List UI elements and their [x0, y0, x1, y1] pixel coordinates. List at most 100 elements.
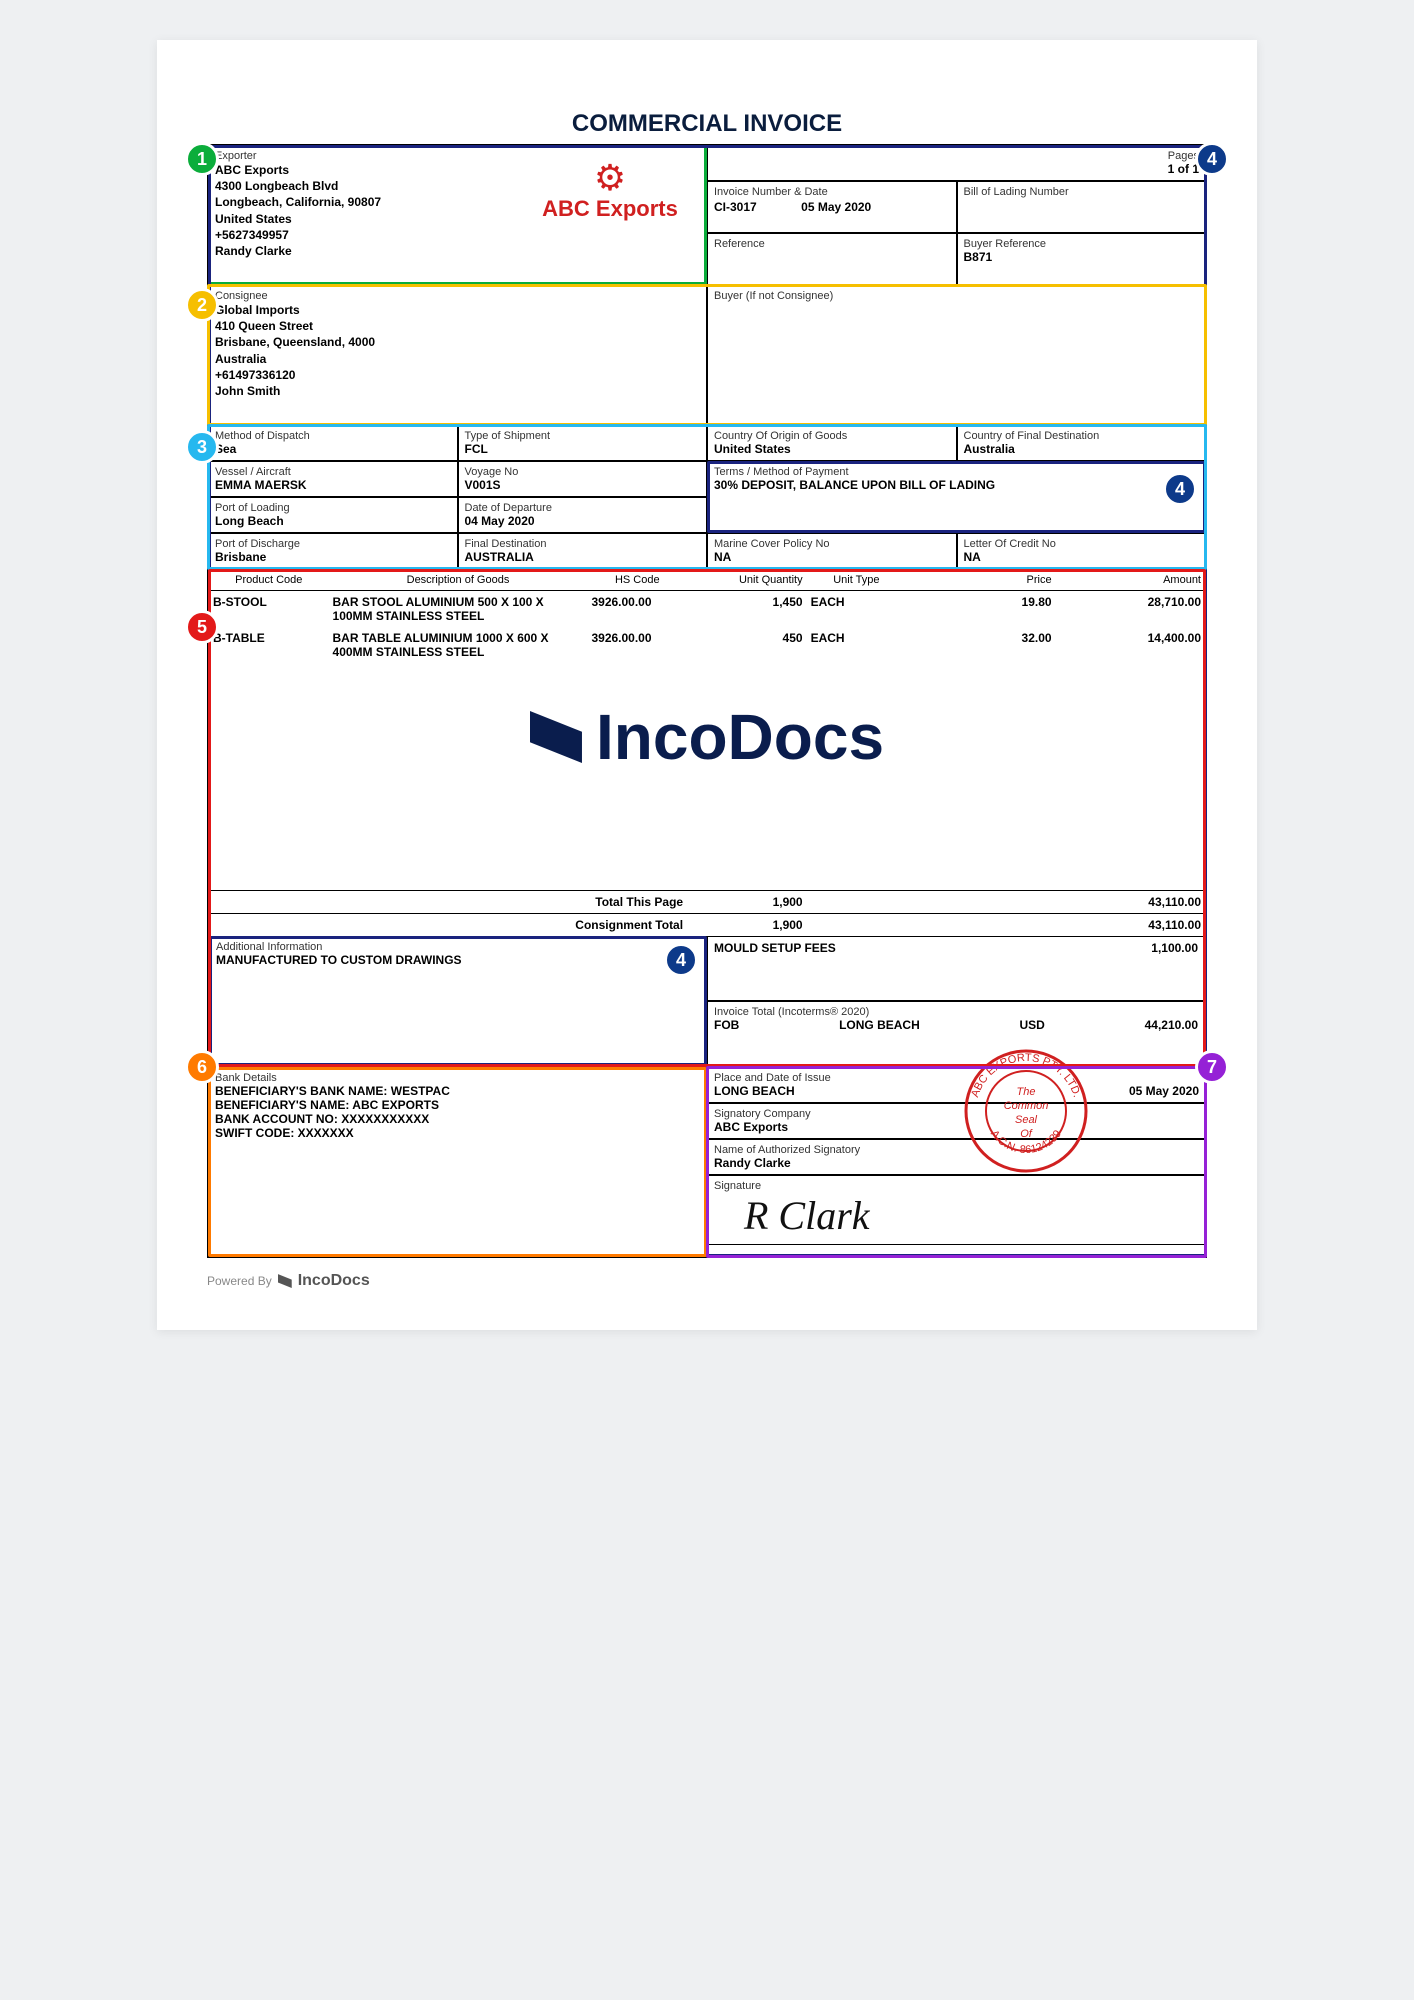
badge-5: 5: [185, 610, 219, 644]
page-title: COMMERCIAL INVOICE: [207, 110, 1207, 138]
item-amount: 28,710.00: [1056, 591, 1205, 628]
exporter-logo-icon: ⚙︎: [530, 160, 690, 196]
ref-label: Reference: [714, 238, 950, 250]
invoice-no-label: Invoice Number & Date: [714, 186, 950, 198]
buyer-ref: B871: [964, 250, 1200, 264]
incodocs-footer-icon: [278, 1274, 292, 1288]
stamp-mid2: Common: [1004, 1100, 1049, 1112]
item-amount: 14,400.00: [1056, 627, 1205, 663]
inv-total-label: Invoice Total (Incoterms® 2020): [714, 1006, 1198, 1018]
shiptype-label: Type of Shipment: [465, 430, 701, 442]
pod-label: Port of Discharge: [215, 538, 451, 550]
issue-place: LONG BEACH: [714, 1084, 831, 1098]
exporter-country: United States: [215, 211, 520, 227]
lc-label: Letter Of Credit No: [964, 538, 1200, 550]
consignee-country: Australia: [215, 351, 700, 367]
col-utype: Unit Type: [807, 570, 907, 591]
col-desc: Description of Goods: [329, 570, 588, 591]
table-row: B-TABLE BAR TABLE ALUMINIUM 1000 X 600 X…: [209, 627, 1205, 663]
badge-7: 7: [1195, 1050, 1229, 1084]
item-hs: 3926.00.00: [587, 627, 687, 663]
badge-2: 2: [185, 288, 219, 322]
sig-label: Signature: [714, 1180, 1199, 1192]
bank-l3: BANK ACCOUNT NO: XXXXXXXXXXX: [215, 1112, 700, 1126]
fee-amt: 1,100.00: [1151, 941, 1198, 996]
total-page-qty: 1,900: [687, 891, 807, 914]
inco-place: LONG BEACH: [839, 1018, 920, 1032]
bank-label: Bank Details: [215, 1072, 700, 1084]
item-code: B-TABLE: [209, 627, 329, 663]
pod: Brisbane: [215, 550, 451, 564]
exporter-street: 4300 Longbeach Blvd: [215, 178, 520, 194]
total-page-amt: 43,110.00: [1056, 891, 1205, 914]
footer-prefix: Powered By: [207, 1274, 272, 1288]
dispatch-label: Method of Dispatch: [215, 430, 451, 442]
cfd: Australia: [964, 442, 1200, 456]
invoice-no: CI-3017: [714, 200, 757, 214]
pages-value: 1 of 1: [714, 162, 1199, 176]
bol-label: Bill of Lading Number: [964, 186, 1200, 198]
exporter-contact: Randy Clarke: [215, 243, 520, 259]
col-hs: HS Code: [587, 570, 687, 591]
cons-total-qty: 1,900: [687, 914, 807, 937]
watermark: IncoDocs: [209, 700, 1205, 774]
total-page-label: Total This Page: [209, 891, 687, 914]
document-body: Exporter ABC Exports 4300 Longbeach Blvd…: [207, 144, 1207, 1258]
exporter-label: Exporter: [215, 150, 520, 162]
signature: R Clark: [714, 1192, 1199, 1239]
bank-l4: SWIFT CODE: XXXXXXX: [215, 1126, 700, 1140]
item-qty: 1,450: [687, 591, 807, 628]
table-row: B-STOOL BAR STOOL ALUMINIUM 500 X 100 X …: [209, 591, 1205, 628]
pages-label: Pages: [714, 150, 1199, 162]
col-amount: Amount: [1056, 570, 1205, 591]
item-price: 32.00: [906, 627, 1055, 663]
item-utype: EACH: [807, 591, 907, 628]
col-qty: Unit Quantity: [687, 570, 807, 591]
coo: United States: [714, 442, 950, 456]
vessel: EMMA MAERSK: [215, 478, 451, 492]
footer: Powered By IncoDocs: [207, 1272, 1207, 1290]
item-code: B-STOOL: [209, 591, 329, 628]
badge-1: 1: [185, 142, 219, 176]
voyage-label: Voyage No: [465, 466, 701, 478]
dod-label: Date of Departure: [465, 502, 701, 514]
cons-total-amt: 43,110.00: [1056, 914, 1205, 937]
addl-info: MANUFACTURED TO CUSTOM DRAWINGS: [216, 953, 700, 967]
issue-label: Place and Date of Issue: [714, 1072, 831, 1084]
exporter-logo-text: ABC Exports: [530, 196, 690, 222]
items-table: Product Code Description of Goods HS Cod…: [209, 570, 1205, 663]
currency: USD: [1020, 1018, 1045, 1032]
lc: NA: [964, 550, 1200, 564]
consignee-label: Consignee: [215, 290, 700, 302]
dispatch: Sea: [215, 442, 451, 456]
buyer-label: Buyer (If not Consignee): [714, 290, 1199, 302]
incoterm: FOB: [714, 1018, 739, 1032]
vessel-label: Vessel / Aircraft: [215, 466, 451, 478]
terms: 30% DEPOSIT, BALANCE UPON BILL OF LADING: [714, 478, 1199, 492]
item-hs: 3926.00.00: [587, 591, 687, 628]
fee-label: MOULD SETUP FEES: [714, 941, 836, 996]
badge-4a: 4: [1195, 142, 1229, 176]
stamp-mid4: Of: [1020, 1128, 1033, 1140]
badge-3: 3: [185, 430, 219, 464]
marine: NA: [714, 550, 950, 564]
coo-label: Country Of Origin of Goods: [714, 430, 950, 442]
col-price: Price: [906, 570, 1055, 591]
item-desc: BAR TABLE ALUMINIUM 1000 X 600 X 400MM S…: [329, 627, 588, 663]
cons-total-label: Consignment Total: [209, 914, 687, 937]
bank-l1: BENEFICIARY'S BANK NAME: WESTPAC: [215, 1084, 700, 1098]
voyage: V001S: [465, 478, 701, 492]
inv-total-amt: 44,210.00: [1145, 1018, 1198, 1032]
invoice-date: 05 May 2020: [801, 200, 871, 214]
cfd-label: Country of Final Destination: [964, 430, 1200, 442]
col-code: Product Code: [209, 570, 329, 591]
exporter-name: ABC Exports: [215, 162, 520, 178]
exporter-city: Longbeach, California, 90807: [215, 194, 520, 210]
pol: Long Beach: [215, 514, 451, 528]
issue-date: 05 May 2020: [1129, 1084, 1199, 1098]
fdest-label: Final Destination: [465, 538, 701, 550]
watermark-text: IncoDocs: [596, 700, 884, 774]
terms-label: Terms / Method of Payment: [714, 466, 1199, 478]
addl-label: Additional Information: [216, 941, 700, 953]
exporter-phone: +5627349957: [215, 227, 520, 243]
